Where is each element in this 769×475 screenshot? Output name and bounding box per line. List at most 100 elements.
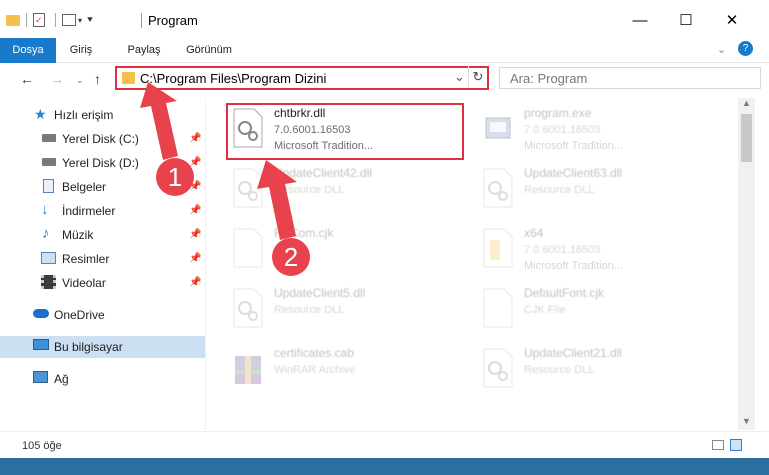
computer-icon: [33, 339, 49, 350]
file-item-updateclient63[interactable]: UpdateClient63.dll Resource DLL: [460, 162, 700, 218]
window-title: Program: [148, 13, 198, 28]
sidebar-item-label: Resimler: [62, 252, 110, 266]
sidebar-item-label: Yerel Disk (D:): [62, 156, 139, 170]
scroll-up-icon[interactable]: ▲: [742, 98, 751, 108]
file-version: 7.0.6001.16503: [524, 244, 601, 256]
drive-icon: [42, 158, 56, 166]
scrollbar-thumb[interactable]: [741, 114, 752, 162]
separator: [26, 13, 27, 27]
file-highlight-box: [226, 103, 464, 160]
chevron-down-icon[interactable]: ⌄: [454, 69, 465, 85]
minimize-button[interactable]: —: [617, 0, 663, 40]
dll-gear-icon: [233, 288, 263, 328]
file-name: UpdateClient5.dll: [274, 286, 366, 300]
file-item-program-exe[interactable]: program.exe 7.0.6001.16503 Microsoft Tra…: [460, 102, 700, 158]
sidebar-item-label: OneDrive: [54, 308, 105, 322]
file-type: Resource DLL: [274, 184, 345, 196]
folder-icon: [122, 72, 135, 84]
sidebar-item-label: Yerel Disk (C:): [62, 132, 139, 146]
up-icon[interactable]: ↑: [94, 71, 101, 87]
search-placeholder: Ara: Program: [510, 71, 588, 86]
dll-gear-icon: [483, 168, 513, 208]
blank-file-icon: [483, 288, 513, 328]
title-bar: ✓ ▾ ⯆ Program — ☐ ✕: [0, 0, 769, 40]
chevron-down-icon[interactable]: ▾: [78, 16, 82, 25]
cloud-icon: [33, 309, 49, 318]
step-badge-1: 1: [156, 158, 194, 196]
scroll-down-icon[interactable]: ▼: [742, 416, 751, 426]
sidebar-item-downloads[interactable]: ↓ İndirmeler 📌: [0, 200, 205, 222]
music-icon: ♪: [42, 225, 50, 242]
file-description: Microsoft Tradition...: [524, 140, 624, 152]
forward-icon[interactable]: →: [50, 71, 64, 87]
file-name: UpdateClient21.dll: [524, 346, 623, 360]
star-icon: ★: [34, 106, 47, 122]
pin-icon[interactable]: 📌: [189, 277, 201, 288]
expand-ribbon-icon[interactable]: ⌄: [717, 43, 726, 56]
navigation-pane: ★ Hızlı erişim Yerel Disk (C:) 📌 Yerel D…: [0, 100, 205, 430]
sidebar-item-local-disk-c[interactable]: Yerel Disk (C:) 📌: [0, 128, 205, 150]
file-item-certificates[interactable]: certificates.cab WinRAR Archive: [210, 342, 450, 398]
file-name: UpdateClient42.dll: [274, 166, 373, 180]
recent-locations-icon[interactable]: ⌄: [76, 75, 84, 86]
network-icon: [33, 371, 48, 383]
sidebar-item-label: Müzik: [62, 228, 94, 242]
dll-gear-icon: [483, 348, 513, 388]
properties-icon[interactable]: ✓: [33, 13, 45, 27]
tab-view[interactable]: Görünüm: [178, 38, 240, 62]
file-item-updateclient5[interactable]: UpdateClient5.dll Resource DLL: [210, 282, 450, 338]
file-item-updateclient42[interactable]: UpdateClient42.dll Resource DLL: [210, 162, 450, 218]
maximize-button[interactable]: ☐: [663, 0, 709, 40]
file-name: x64: [524, 226, 544, 240]
file-type: Resource DLL: [524, 364, 595, 376]
tab-share[interactable]: Paylaş: [118, 38, 170, 62]
details-view-icon[interactable]: [712, 440, 724, 450]
sidebar-item-this-pc[interactable]: Bu bilgisayar: [0, 336, 205, 358]
pictures-icon: [41, 252, 56, 264]
documents-icon: [43, 179, 54, 193]
ribbon: Dosya Giriş Paylaş Görünüm ⌄ ?: [0, 38, 769, 94]
archive-icon: [235, 356, 261, 384]
pin-icon[interactable]: 📌: [189, 205, 201, 216]
sidebar-item-videos[interactable]: Videolar 📌: [0, 272, 205, 294]
back-icon[interactable]: ←: [20, 71, 34, 87]
pin-icon[interactable]: 📌: [189, 253, 201, 264]
sidebar-item-pictures[interactable]: Resimler 📌: [0, 248, 205, 270]
item-count: 105 öğe: [22, 440, 62, 452]
file-item-defaultfont[interactable]: DefaultFont.cjk CJK File: [460, 282, 700, 338]
separator: [55, 13, 56, 27]
sidebar-item-label: Videolar: [62, 276, 106, 290]
title-separator: [141, 13, 142, 28]
large-icons-view-icon[interactable]: [730, 439, 742, 451]
drive-icon: [42, 134, 56, 142]
close-button[interactable]: ✕: [709, 0, 755, 40]
sidebar-item-music[interactable]: ♪ Müzik 📌: [0, 224, 205, 246]
pane-divider[interactable]: [205, 100, 206, 430]
search-input[interactable]: Ara: Program: [499, 67, 761, 89]
folder-icon[interactable]: [6, 14, 20, 26]
tab-home[interactable]: Giriş: [56, 38, 106, 62]
address-bar[interactable]: C:\Program Files\Program Dizini ⌄ ↻: [115, 66, 489, 90]
customize-toolbar-icon[interactable]: ⯆: [86, 15, 94, 26]
pin-icon[interactable]: 📌: [189, 133, 201, 144]
sidebar-item-network[interactable]: Ağ: [0, 368, 205, 390]
file-name: UpdateClient63.dll: [524, 166, 623, 180]
view-icon[interactable]: [62, 14, 76, 26]
file-type: CJK File: [524, 304, 566, 316]
file-item-fixcom[interactable]: FixCom.cjk: [210, 222, 450, 278]
sidebar-item-label: Belgeler: [62, 180, 107, 194]
download-icon: ↓: [41, 201, 49, 218]
vertical-scrollbar[interactable]: ▲ ▼: [738, 98, 755, 430]
sidebar-item-label: Hızlı erişim: [54, 108, 114, 122]
refresh-icon[interactable]: ↻: [468, 66, 487, 88]
sidebar-item-quick-access[interactable]: ★ Hızlı erişim: [0, 104, 205, 126]
sidebar-item-onedrive[interactable]: OneDrive: [0, 304, 205, 326]
help-icon[interactable]: ?: [738, 41, 753, 56]
dll-gear-icon: [233, 168, 263, 208]
quick-access-toolbar: ✓ ▾ ⯆: [6, 11, 94, 29]
pin-icon[interactable]: 📌: [189, 229, 201, 240]
file-item-updateclient21[interactable]: UpdateClient21.dll Resource DLL: [460, 342, 700, 398]
file-item-x64[interactable]: x64 7.0.6001.16503 Microsoft Tradition..…: [460, 222, 700, 278]
file-type: Resource DLL: [274, 304, 345, 316]
exe-icon: [485, 117, 511, 139]
